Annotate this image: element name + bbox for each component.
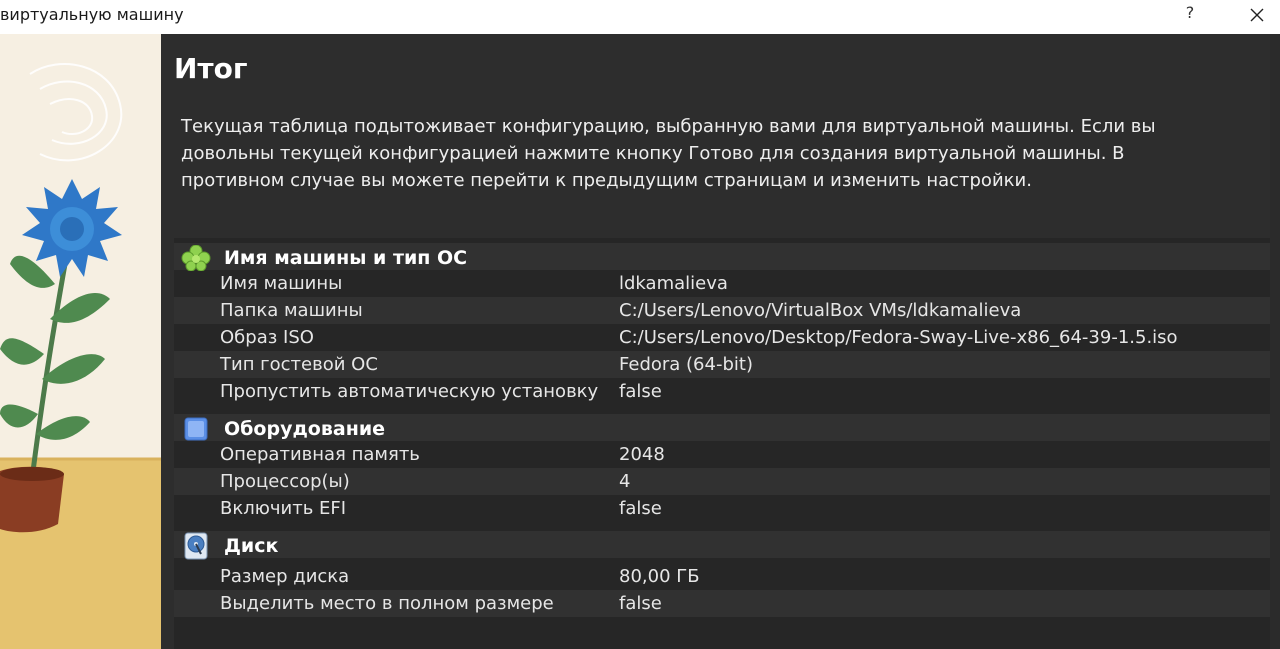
row-key: Оперативная память [220,444,420,465]
section-title: Диск [224,535,279,557]
window-title: виртуальную машину [0,5,184,24]
table-row: Оперативная память 2048 [174,441,1272,468]
table-row: Образ ISO C:/Users/Lenovo/Desktop/Fedora… [174,324,1272,351]
row-value: 80,00 ГБ [619,566,700,587]
row-key: Папка машины [220,300,363,321]
row-key: Процессор(ы) [220,471,350,492]
row-key: Образ ISO [220,327,314,348]
section-hardware: Оборудование [174,414,1272,441]
row-key: Размер диска [220,566,350,587]
table-row: Имя машины ldkamalieva [174,270,1272,297]
hard-disk-icon [181,532,211,560]
section-title: Оборудование [224,418,386,440]
os-type-icon [181,245,211,271]
table-row: Размер диска 80,00 ГБ [174,563,1272,590]
table-row: Процессор(ы) 4 [174,468,1272,495]
row-value: false [619,593,662,614]
row-key: Тип гостевой ОС [220,354,378,375]
row-value: 4 [619,471,631,492]
section-title: Имя машины и тип ОС [224,247,468,269]
row-key: Пропустить автоматическую установку [220,381,599,402]
wizard-illustration [0,34,161,649]
hardware-chip-icon [181,416,211,442]
row-value: 2048 [619,444,665,465]
row-value: false [619,381,662,402]
row-value: Fedora (64-bit) [619,354,753,375]
row-value: C:/Users/Lenovo/Desktop/Fedora-Sway-Live… [619,327,1178,348]
table-row: Пропустить автоматическую установку fals… [174,378,1272,405]
row-key: Включить EFI [220,498,347,519]
flower-illustration-icon [0,34,161,649]
table-row: Выделить место в полном размере false [174,590,1272,617]
section-disk: Диск [174,531,1272,560]
row-value: ldkamalieva [619,273,728,294]
row-value: false [619,498,662,519]
close-button[interactable] [1240,0,1274,30]
table-row: Папка машины C:/Users/Lenovo/VirtualBox … [174,297,1272,324]
section-name-os: Имя машины и тип ОС [174,243,1272,271]
page-title: Итог [174,52,248,85]
help-button[interactable]: ? [1176,0,1204,28]
scrollbar[interactable] [1270,34,1280,649]
table-row: Тип гостевой ОС Fedora (64-bit) [174,351,1272,378]
table-row: Включить EFI false [174,495,1272,522]
summary-page: Итог Текущая таблица подытоживает конфиг… [161,34,1280,649]
row-key: Имя машины [220,273,343,294]
row-key: Выделить место в полном размере [220,593,554,614]
row-value: C:/Users/Lenovo/VirtualBox VMs/ldkamalie… [619,300,1022,321]
title-bar: виртуальную машину ? [0,0,1280,34]
page-description: Текущая таблица подытоживает конфигураци… [181,116,1156,191]
summary-table[interactable]: Имя машины и тип ОС Имя машины ldkamalie… [174,238,1272,649]
close-icon [1250,8,1264,22]
